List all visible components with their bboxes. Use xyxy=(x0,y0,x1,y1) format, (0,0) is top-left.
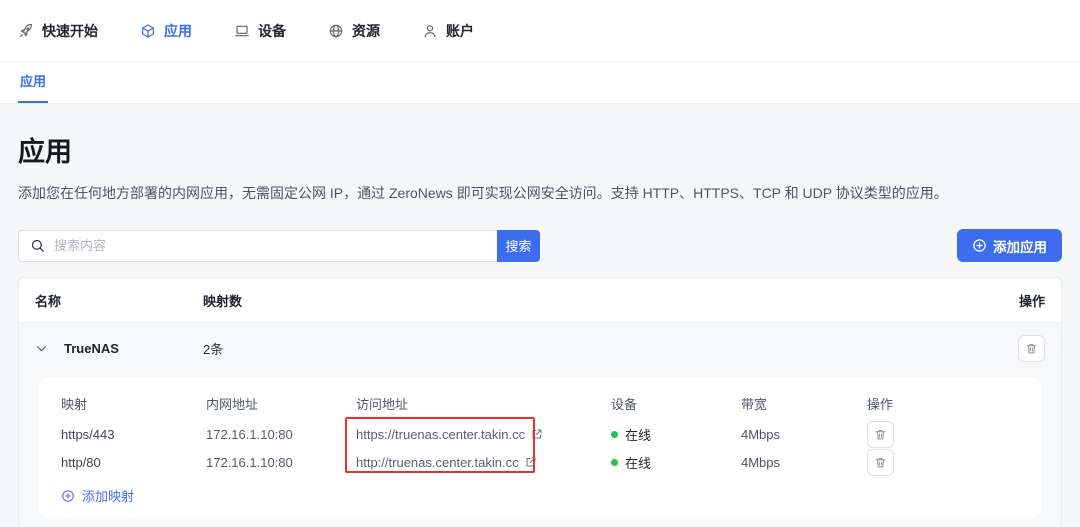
delete-mapping-button[interactable] xyxy=(867,420,894,448)
device-status: 在线 xyxy=(611,453,741,472)
delete-mapping-button[interactable] xyxy=(867,448,894,476)
header-mapping-count: 映射数 xyxy=(203,293,243,309)
nav-item-applications[interactable]: 应用 xyxy=(140,21,192,41)
apps-table: 名称 映射数 操作 TrueNAS 2条 映射 内网地址 访问地址 设备 带宽 … xyxy=(18,277,1062,527)
top-navigation: 快速开始 应用 设备 资源 账户 xyxy=(0,0,1080,62)
external-link-icon[interactable] xyxy=(531,428,543,440)
nav-item-account[interactable]: 账户 xyxy=(422,21,474,41)
internal-address: 172.16.1.10:80 xyxy=(206,454,293,470)
nav-label: 资源 xyxy=(352,22,380,39)
globe-icon xyxy=(328,23,344,39)
search-group: 搜索 xyxy=(18,229,540,262)
add-mapping-label: 添加映射 xyxy=(82,489,135,504)
user-icon xyxy=(422,23,438,39)
status-label: 在线 xyxy=(625,455,652,471)
laptop-icon xyxy=(234,23,250,39)
main-content: 应用 添加您在任何地方部署的内网应用，无需固定公网 IP，通过 ZeroNews… xyxy=(0,104,1080,527)
page-description: 添加您在任何地方部署的内网应用，无需固定公网 IP，通过 ZeroNews 即可… xyxy=(18,185,948,201)
app-name-cell: TrueNAS xyxy=(35,341,203,356)
header-internal-address: 内网地址 xyxy=(206,396,259,412)
bandwidth: 4Mbps xyxy=(741,454,781,470)
header-name: 名称 xyxy=(35,293,62,309)
nav-label: 账户 xyxy=(446,22,474,39)
app-name: TrueNAS xyxy=(64,341,119,356)
app-mapping-count: 2条 xyxy=(203,342,224,357)
header-mapping: 映射 xyxy=(61,396,88,412)
nav-item-resources[interactable]: 资源 xyxy=(328,21,380,41)
add-mapping-button[interactable]: 添加映射 xyxy=(61,486,134,505)
mappings-panel: 映射 内网地址 访问地址 设备 带宽 操作 https/443 172.16.1… xyxy=(39,378,1041,517)
plus-circle-icon xyxy=(972,238,987,253)
page-title: 应用 xyxy=(18,137,72,167)
access-address-text: http://truenas.center.takin.cc xyxy=(356,454,519,470)
bandwidth: 4Mbps xyxy=(741,426,781,442)
online-dot-icon xyxy=(611,430,618,438)
plus-circle-icon xyxy=(61,489,75,503)
search-button[interactable]: 搜索 xyxy=(497,229,540,262)
delete-app-button[interactable] xyxy=(1018,335,1045,362)
tab-applications[interactable]: 应用 xyxy=(18,71,49,103)
app-expanded-section: 映射 内网地址 访问地址 设备 带宽 操作 https/443 172.16.1… xyxy=(19,374,1061,527)
rocket-icon xyxy=(18,23,34,39)
cube-icon xyxy=(140,23,156,39)
mappings-header: 映射 内网地址 访问地址 设备 带宽 操作 xyxy=(39,390,1041,416)
device-status: 在线 xyxy=(611,425,741,444)
header-bandwidth: 带宽 xyxy=(741,396,768,412)
header-access-address: 访问地址 xyxy=(356,396,409,412)
search-box xyxy=(18,229,497,262)
search-input[interactable] xyxy=(54,238,486,253)
header-device: 设备 xyxy=(611,396,638,412)
app-row-truenas[interactable]: TrueNAS 2条 xyxy=(19,322,1061,374)
nav-item-quick-start[interactable]: 快速开始 xyxy=(18,21,98,41)
header-actions: 操作 xyxy=(867,396,894,412)
nav-label: 快速开始 xyxy=(42,22,98,39)
access-address-text: https://truenas.center.takin.cc xyxy=(356,426,526,442)
toolbar: 搜索 添加应用 xyxy=(18,229,1062,262)
header-actions: 操作 xyxy=(1018,293,1045,309)
online-dot-icon xyxy=(611,458,618,466)
access-address-link[interactable]: https://truenas.center.takin.cc xyxy=(356,427,611,442)
chevron-down-icon[interactable] xyxy=(35,342,48,355)
add-app-label: 添加应用 xyxy=(993,239,1047,255)
add-app-button[interactable]: 添加应用 xyxy=(957,229,1062,262)
mapping-protocol: http/80 xyxy=(61,454,101,470)
status-label: 在线 xyxy=(625,427,652,443)
mapping-protocol: https/443 xyxy=(61,426,115,442)
mapping-row: http/80 172.16.1.10:80 http://truenas.ce… xyxy=(39,448,1041,476)
nav-item-devices[interactable]: 设备 xyxy=(234,21,286,41)
internal-address: 172.16.1.10:80 xyxy=(206,426,293,442)
tab-bar: 应用 xyxy=(0,62,1080,104)
table-header: 名称 映射数 操作 xyxy=(19,278,1061,322)
access-address-link[interactable]: http://truenas.center.takin.cc xyxy=(356,455,611,470)
external-link-icon[interactable] xyxy=(525,456,537,468)
mapping-row: https/443 172.16.1.10:80 https://truenas… xyxy=(39,420,1041,448)
nav-label: 应用 xyxy=(164,22,192,39)
nav-label: 设备 xyxy=(258,22,286,39)
search-icon xyxy=(30,238,45,253)
